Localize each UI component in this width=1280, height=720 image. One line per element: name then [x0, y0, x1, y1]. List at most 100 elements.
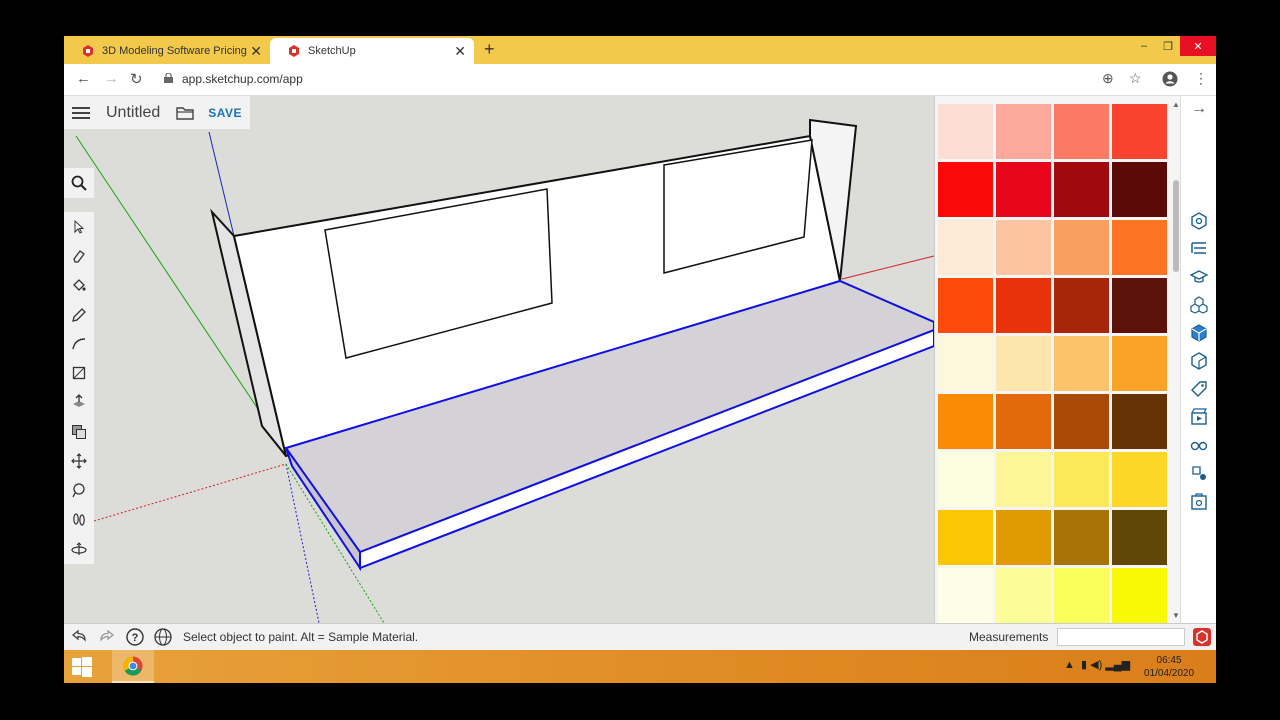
volume-icon[interactable]: ◀): [1090, 659, 1102, 671]
document-title[interactable]: Untitled: [106, 104, 160, 122]
minimize-button[interactable]: –: [1132, 36, 1156, 56]
material-swatch[interactable]: [1054, 220, 1109, 275]
material-swatch[interactable]: [996, 452, 1051, 507]
window-controls: – ❐ ✕: [1132, 36, 1216, 56]
materials-icon[interactable]: [1190, 324, 1208, 342]
material-swatch[interactable]: [996, 104, 1051, 159]
material-swatch[interactable]: [996, 510, 1051, 565]
battery-icon[interactable]: ▮: [1081, 659, 1087, 671]
paint-bucket-tool[interactable]: [64, 271, 94, 300]
material-swatch[interactable]: [996, 568, 1051, 623]
pencil-tool[interactable]: [64, 300, 94, 329]
3d-viewport[interactable]: [64, 96, 934, 623]
undo-icon[interactable]: [70, 628, 88, 646]
entity-info-icon[interactable]: [1190, 212, 1208, 230]
panel-scrollbar[interactable]: [1173, 180, 1179, 272]
extension-warehouse-icon[interactable]: [1190, 492, 1208, 510]
walk-tool[interactable]: [64, 505, 94, 534]
offset-tool[interactable]: [64, 417, 94, 446]
measurements-input[interactable]: [1057, 628, 1185, 646]
outliner-icon[interactable]: [1190, 240, 1208, 258]
material-swatch[interactable]: [1054, 336, 1109, 391]
close-tab-icon[interactable]: ✕: [454, 43, 466, 60]
push-pull-tool[interactable]: [64, 388, 94, 417]
orbit-tool[interactable]: [64, 534, 94, 563]
material-swatch[interactable]: [1054, 394, 1109, 449]
bookmark-star-icon[interactable]: ☆: [1129, 70, 1142, 87]
material-swatch[interactable]: [1054, 452, 1109, 507]
tab-pricing[interactable]: 3D Modeling Software Pricing | S ✕: [64, 38, 270, 64]
windows-start-icon[interactable]: [72, 657, 92, 677]
tray-arrow-icon[interactable]: ▲: [1064, 659, 1075, 671]
network-icon[interactable]: ▂▄▆: [1105, 659, 1130, 671]
move-tool[interactable]: [64, 446, 94, 475]
instructor-icon[interactable]: [1190, 268, 1208, 286]
eraser-tool[interactable]: [64, 241, 94, 270]
zoom-icon[interactable]: ⊕: [1102, 70, 1114, 87]
redo-icon[interactable]: [98, 628, 116, 646]
components-icon[interactable]: [1190, 296, 1208, 314]
collapse-panel-arrow-icon[interactable]: →: [1191, 100, 1207, 118]
back-arrow-icon[interactable]: ←: [76, 70, 91, 87]
material-swatch[interactable]: [938, 336, 993, 391]
material-swatch[interactable]: [1112, 452, 1167, 507]
material-swatch[interactable]: [1112, 568, 1167, 623]
scenes-icon[interactable]: [1190, 408, 1208, 426]
folder-icon[interactable]: [176, 106, 194, 120]
globe-icon[interactable]: [154, 628, 172, 646]
material-swatch[interactable]: [1112, 336, 1167, 391]
material-swatch[interactable]: [1112, 394, 1167, 449]
restore-button[interactable]: ❐: [1156, 36, 1180, 56]
styles-icon[interactable]: [1190, 352, 1208, 370]
rectangle-tool[interactable]: [64, 358, 94, 387]
close-window-button[interactable]: ✕: [1180, 36, 1216, 56]
material-swatch[interactable]: [1054, 278, 1109, 333]
help-icon[interactable]: ?: [126, 628, 144, 646]
material-swatch[interactable]: [1054, 162, 1109, 217]
sketchup-logo-icon[interactable]: [1193, 628, 1211, 646]
taskbar-clock[interactable]: 06:45 01/04/2020: [1144, 654, 1194, 680]
material-swatch[interactable]: [938, 510, 993, 565]
hamburger-menu-icon[interactable]: [72, 106, 90, 119]
material-swatch[interactable]: [938, 220, 993, 275]
model-scene[interactable]: [64, 96, 934, 623]
material-swatch[interactable]: [1112, 510, 1167, 565]
material-swatch[interactable]: [1112, 220, 1167, 275]
browser-menu-icon[interactable]: ⋮: [1194, 70, 1208, 87]
scroll-down-arrow-icon[interactable]: ▼: [1172, 611, 1180, 620]
material-swatch[interactable]: [1054, 510, 1109, 565]
scroll-up-arrow-icon[interactable]: ▲: [1172, 100, 1180, 109]
save-button[interactable]: SAVE: [208, 106, 242, 120]
url-field[interactable]: app.sketchup.com/app: [182, 72, 303, 86]
material-swatch[interactable]: [996, 162, 1051, 217]
reload-icon[interactable]: ↻: [130, 70, 143, 88]
material-swatch[interactable]: [938, 452, 993, 507]
material-swatch[interactable]: [938, 104, 993, 159]
material-swatch[interactable]: [996, 220, 1051, 275]
material-swatch[interactable]: [1112, 104, 1167, 159]
chrome-taskbar-button[interactable]: [112, 650, 154, 683]
material-swatch[interactable]: [1054, 104, 1109, 159]
material-swatch[interactable]: [938, 162, 993, 217]
material-swatch[interactable]: [938, 278, 993, 333]
material-swatch[interactable]: [938, 394, 993, 449]
material-swatch[interactable]: [996, 278, 1051, 333]
arc-tool[interactable]: [64, 329, 94, 358]
solar-inspector-icon[interactable]: [1190, 464, 1208, 482]
material-swatch[interactable]: [996, 394, 1051, 449]
profile-icon[interactable]: [1162, 71, 1178, 87]
tags-icon[interactable]: [1190, 380, 1208, 398]
tab-sketchup[interactable]: SketchUp ✕: [270, 38, 474, 64]
close-tab-icon[interactable]: ✕: [250, 43, 262, 60]
tape-measure-tool[interactable]: [64, 476, 94, 505]
material-swatch[interactable]: [1054, 568, 1109, 623]
material-swatch[interactable]: [1112, 162, 1167, 217]
search-tool-button[interactable]: [64, 168, 94, 198]
display-glasses-icon[interactable]: [1190, 436, 1208, 454]
material-swatch[interactable]: [996, 336, 1051, 391]
select-tool[interactable]: [64, 212, 94, 241]
material-swatch[interactable]: [938, 568, 993, 623]
new-tab-button[interactable]: +: [484, 39, 495, 60]
forward-arrow-icon[interactable]: →: [104, 70, 119, 87]
material-swatch[interactable]: [1112, 278, 1167, 333]
